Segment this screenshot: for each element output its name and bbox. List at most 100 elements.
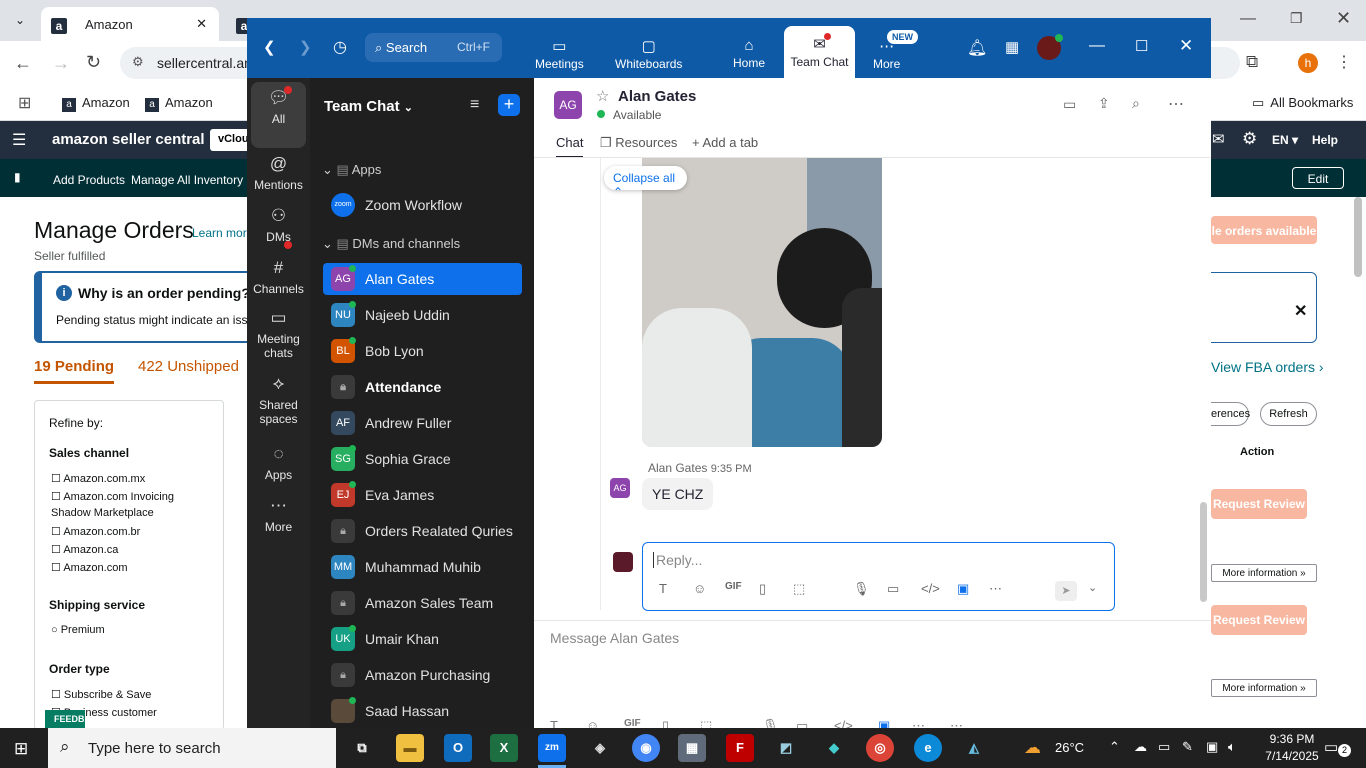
- chat-scrollbar[interactable]: [1200, 502, 1207, 602]
- code-icon[interactable]: </>: [921, 581, 940, 596]
- contact-item[interactable]: 🔒︎ Amazon Purchasing: [323, 659, 522, 691]
- format-icon[interactable]: T: [659, 581, 667, 596]
- new-chat-button[interactable]: +: [498, 94, 520, 116]
- contact-item[interactable]: AG Alan Gates: [323, 263, 522, 295]
- calendar-icon[interactable]: ▦: [1005, 38, 1019, 56]
- file-icon[interactable]: ▯: [662, 718, 669, 728]
- message-bubble[interactable]: YE CHZ: [642, 478, 714, 510]
- more-icon[interactable]: ⋯: [989, 581, 1002, 597]
- nav-add-products[interactable]: Add Products: [53, 173, 125, 187]
- more-info-button[interactable]: More information »: [1211, 564, 1317, 582]
- contact-item[interactable]: SG Sophia Grace: [323, 443, 522, 475]
- emoji-icon[interactable]: ☺: [693, 581, 706, 596]
- request-review-button-2[interactable]: Request Review: [1211, 605, 1307, 635]
- gif-icon[interactable]: GIF: [624, 718, 641, 728]
- tray-wifi-icon[interactable]: ▣: [1206, 739, 1218, 755]
- app-icon[interactable]: ▣: [957, 581, 969, 597]
- calculator-icon[interactable]: ▦: [678, 734, 706, 762]
- rail-apps[interactable]: ◌ Apps: [247, 444, 310, 482]
- gear-icon[interactable]: ⚙: [1242, 129, 1257, 149]
- browser-menu-icon[interactable]: ⋮: [1336, 52, 1352, 72]
- file-explorer-icon[interactable]: ▬: [396, 734, 424, 762]
- tab-unshipped[interactable]: 422 Unshipped: [138, 358, 239, 375]
- sales-channel-option[interactable]: ☐ Amazon.com: [51, 560, 201, 576]
- dm-section[interactable]: ⌄ ▤ DMs and channels: [322, 236, 460, 252]
- amazon-logo[interactable]: amazon seller central: [52, 131, 205, 148]
- tray-pen-icon[interactable]: ✎: [1182, 739, 1193, 755]
- nav-tab-team-chat[interactable]: ✉ Team Chat: [784, 26, 855, 78]
- rail-meeting-chats[interactable]: ▭ Meeting chats: [247, 308, 310, 360]
- sales-channel-option[interactable]: ☐ Amazon.com.mx: [51, 471, 201, 487]
- collapse-all-button[interactable]: Collapse all ⌃: [604, 166, 687, 199]
- game-icon[interactable]: ◈: [586, 734, 614, 762]
- notes-icon[interactable]: ◩: [772, 734, 800, 762]
- contact-item[interactable]: 🔒︎ Amazon Sales Team: [323, 587, 522, 619]
- contact-item[interactable]: Saad Hassan: [323, 695, 522, 727]
- puzzle-icon[interactable]: ⧉: [1246, 52, 1258, 72]
- screenshot-icon[interactable]: ⬚: [700, 718, 712, 728]
- star-icon[interactable]: ☆: [596, 87, 609, 105]
- code-icon[interactable]: </>: [834, 718, 853, 728]
- rail-all[interactable]: 💬︎ All: [247, 88, 310, 126]
- reply-input[interactable]: Reply...: [653, 552, 702, 568]
- video-icon[interactable]: ▭: [796, 718, 808, 728]
- gif-icon[interactable]: GIF: [725, 581, 742, 592]
- more-icon[interactable]: ⋯: [912, 718, 925, 728]
- sidebar-title[interactable]: Team Chat ⌄: [324, 98, 413, 115]
- more-icon[interactable]: ⋯: [950, 718, 963, 728]
- video-icon[interactable]: ▭: [1063, 96, 1076, 113]
- forward-icon[interactable]: ❯: [299, 38, 312, 56]
- reload-icon[interactable]: ↻: [86, 52, 101, 73]
- view-fba-link[interactable]: View FBA orders ›: [1211, 359, 1324, 375]
- notification-icon[interactable]: ▭: [1324, 738, 1338, 756]
- nav-tab-meetings[interactable]: ▭ Meetings: [535, 18, 584, 78]
- share-screen-icon[interactable]: ⇪: [1098, 95, 1110, 112]
- bookmark-amazon-2[interactable]: a Amazon: [145, 95, 213, 112]
- edge-icon[interactable]: e: [914, 734, 942, 762]
- feedback-button[interactable]: FEEDBACK: [45, 710, 85, 728]
- tab-pending[interactable]: 19 Pending: [34, 358, 115, 384]
- filter-icon[interactable]: ≡: [470, 96, 479, 114]
- contact-item[interactable]: EJ Eva James: [323, 479, 522, 511]
- help-link[interactable]: Help: [1312, 133, 1338, 147]
- sales-channel-option[interactable]: ☐ Amazon.com Invoicing Shadow Marketplac…: [51, 489, 201, 521]
- language-select[interactable]: EN ▾: [1272, 133, 1298, 147]
- rail-shared-spaces[interactable]: ⟡ Shared spaces: [247, 374, 310, 426]
- contact-item[interactable]: 🔒︎ Attendance: [323, 371, 522, 403]
- page-scrollbar[interactable]: [1354, 197, 1362, 277]
- contact-item[interactable]: AF Andrew Fuller: [323, 407, 522, 439]
- reply-box[interactable]: Reply... T ☺ GIF ▯ ⬚ 🎙︎ ▭ </> ▣ ⋯ ➤ ⌄: [642, 542, 1115, 611]
- nav-tab-whiteboards[interactable]: ▢ Whiteboards: [615, 18, 682, 78]
- clock-time[interactable]: 9:36 PM: [1262, 732, 1322, 746]
- chat-title[interactable]: Alan Gates: [618, 88, 696, 105]
- subscribe-option[interactable]: ☐ Subscribe & Save: [51, 688, 151, 701]
- refresh-button[interactable]: Refresh: [1260, 402, 1317, 426]
- bookmark-icon[interactable]: ▮: [14, 170, 21, 184]
- tab-resources[interactable]: ❐ Resources: [600, 135, 677, 151]
- tray-chevron-icon[interactable]: ⌃: [1109, 739, 1120, 755]
- remote-icon[interactable]: ◭: [960, 734, 988, 762]
- rail-channels[interactable]: # Channels: [247, 258, 310, 296]
- mic-icon[interactable]: 🎙︎: [853, 581, 870, 597]
- chrome-profile-icon[interactable]: ◉: [632, 734, 660, 762]
- contact-item[interactable]: BL Bob Lyon: [323, 335, 522, 367]
- zoom-search[interactable]: ⌕ Search Ctrl+F: [365, 33, 502, 62]
- clock-date[interactable]: 7/14/2025: [1257, 749, 1327, 763]
- contact-item[interactable]: NU Najeeb Uddin: [323, 299, 522, 331]
- tray-volume-icon[interactable]: 🔈︎: [1228, 739, 1236, 755]
- emoji-icon[interactable]: ☺: [586, 718, 599, 728]
- filezilla-icon[interactable]: F: [726, 734, 754, 762]
- back-icon[interactable]: ❮: [263, 38, 276, 56]
- close-browser-button[interactable]: ✕: [1336, 8, 1351, 29]
- close-zoom-button[interactable]: ✕: [1179, 36, 1193, 56]
- mic-icon[interactable]: 🎙︎: [762, 718, 779, 728]
- outlook-icon[interactable]: O: [444, 734, 472, 762]
- orders-available-button[interactable]: le orders available: [1211, 216, 1317, 244]
- excel-icon[interactable]: X: [490, 734, 518, 762]
- search-icon[interactable]: ⌕: [1132, 95, 1140, 112]
- video-icon[interactable]: ▭: [887, 581, 899, 597]
- profile-avatar[interactable]: h: [1298, 53, 1318, 73]
- all-bookmarks[interactable]: ▭ All Bookmarks: [1252, 95, 1353, 111]
- rail-mentions[interactable]: @ Mentions: [247, 154, 310, 192]
- site-info-icon[interactable]: ⚙: [132, 54, 144, 70]
